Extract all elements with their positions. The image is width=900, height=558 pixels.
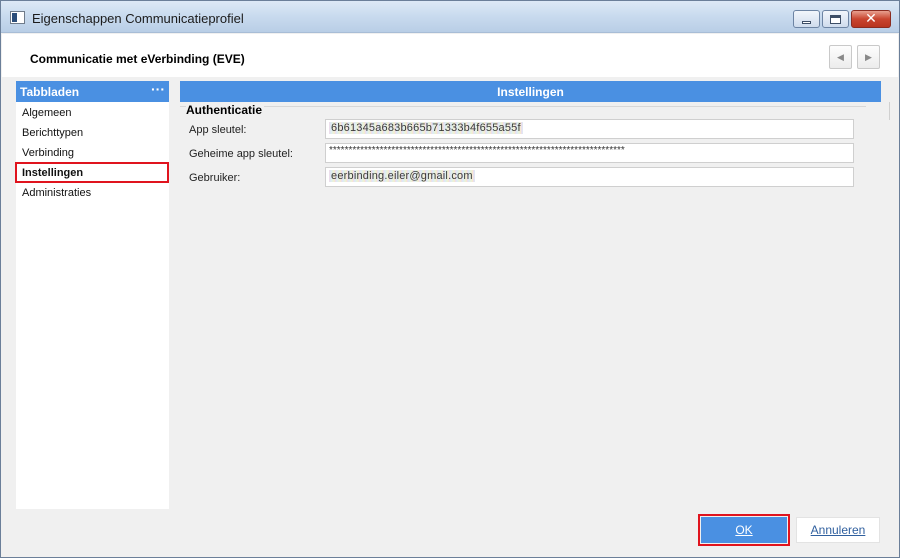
ok-button[interactable]: OK (701, 517, 787, 543)
app-key-value: 6b61345a683b665b71333b4f655a55f (329, 122, 523, 134)
authentication-group-title: Authenticatie (186, 103, 265, 117)
secret-app-key-field[interactable]: ****************************************… (325, 143, 854, 163)
panel-scroll-divider (889, 102, 890, 120)
settings-panel-header: Instellingen (180, 81, 881, 102)
close-button[interactable]: ✕ (851, 10, 891, 28)
chevron-right-icon: ▶ (865, 51, 872, 62)
dialog-header: Communicatie met eVerbinding (EVE) ◀ ▶ (2, 34, 898, 77)
tab-verbinding[interactable]: Verbinding (22, 147, 74, 159)
user-field[interactable]: eerbinding.eiler@gmail.com (325, 167, 854, 187)
cancel-button-label: Annuleren (810, 523, 866, 537)
next-button[interactable]: ▶ (857, 45, 880, 69)
page-title: Communicatie met eVerbinding (EVE) (30, 52, 245, 66)
tab-berichttypen[interactable]: Berichttypen (22, 127, 83, 139)
tabs-panel: Tabbladen ··· Algemeen Berichttypen Verb… (15, 81, 169, 509)
app-key-label: App sleutel: (189, 124, 247, 136)
app-key-field[interactable]: 6b61345a683b665b71333b4f655a55f (325, 119, 854, 139)
tab-administraties[interactable]: Administraties (22, 187, 91, 199)
user-value: eerbinding.eiler@gmail.com (329, 170, 475, 182)
maximize-button[interactable] (822, 10, 849, 28)
user-label: Gebruiker: (189, 172, 241, 184)
group-divider (180, 106, 866, 107)
chevron-left-icon: ◀ (837, 51, 844, 62)
tab-algemeen[interactable]: Algemeen (22, 107, 72, 119)
secret-app-key-value: ****************************************… (329, 145, 625, 156)
tabs-panel-header: Tabbladen ··· (16, 81, 169, 102)
maximize-icon (830, 14, 841, 24)
minimize-button[interactable] (793, 10, 820, 28)
secret-app-key-label: Geheime app sleutel: (189, 148, 293, 160)
title-bar[interactable]: Eigenschappen Communicatieprofiel ✕ (1, 1, 899, 33)
ok-button-label: OK (735, 523, 753, 537)
close-icon: ✕ (865, 11, 877, 27)
cancel-button[interactable]: Annuleren (796, 517, 880, 543)
tabs-panel-title: Tabbladen (20, 85, 80, 99)
more-options-icon[interactable]: ··· (151, 81, 165, 97)
app-window-icon (10, 11, 25, 24)
window-title: Eigenschappen Communicatieprofiel (32, 11, 244, 26)
dialog-window: Eigenschappen Communicatieprofiel ✕ Comm… (0, 0, 900, 558)
previous-button[interactable]: ◀ (829, 45, 852, 69)
tab-selection-highlight (15, 162, 169, 183)
minimize-icon (802, 20, 811, 24)
